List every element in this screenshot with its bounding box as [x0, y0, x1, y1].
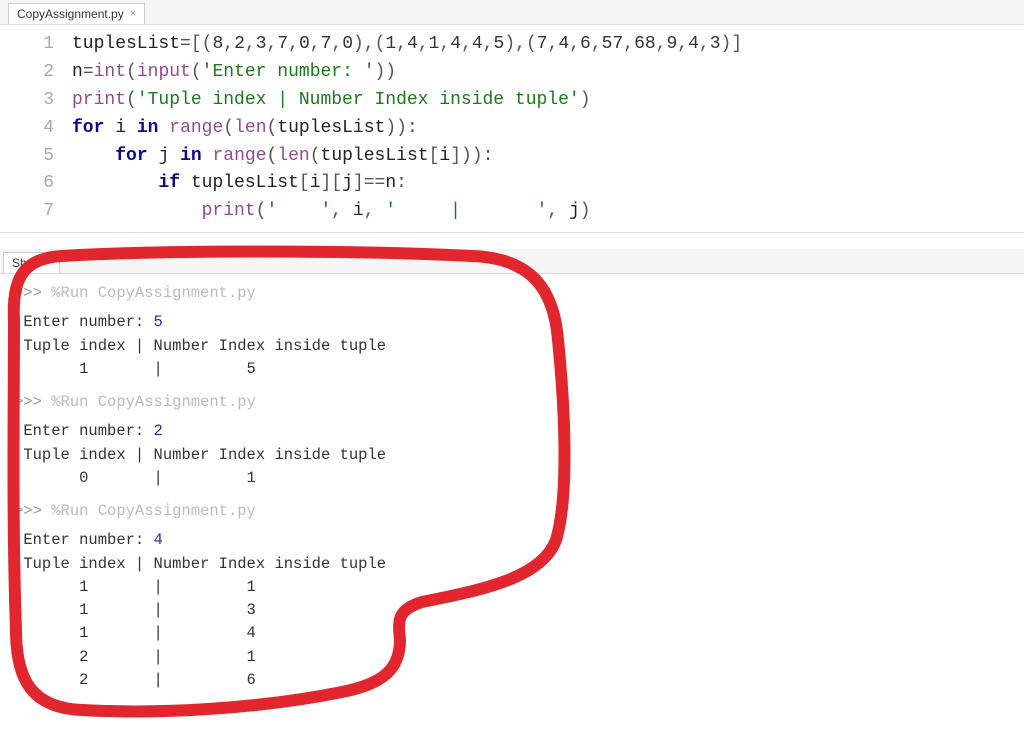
editor-tab-bar: CopyAssignment.py × — [0, 0, 1024, 25]
shell-output-line: 1 | 3 — [14, 599, 1010, 622]
line-number: 6 — [0, 170, 72, 198]
shell-output-line: Enter number: 2 — [14, 420, 1010, 443]
code-line: 7 print(' ', i, ' | ', j) — [0, 198, 1024, 226]
shell-prompt-line: >>> %Run CopyAssignment.py — [14, 391, 1010, 414]
shell-output-line: 2 | 6 — [14, 669, 1010, 692]
shell-prompt-line: >>> %Run CopyAssignment.py — [14, 500, 1010, 523]
line-number: 3 — [0, 87, 72, 115]
code-content: if tuplesList[i][j]==n: — [72, 170, 407, 198]
editor-tab[interactable]: CopyAssignment.py × — [8, 3, 145, 24]
shell-prompt-line: >>> %Run CopyAssignment.py — [14, 282, 1010, 305]
shell-output-line: 2 | 1 — [14, 646, 1010, 669]
line-number: 2 — [0, 59, 72, 87]
shell-tab[interactable]: Shell × — [3, 252, 60, 273]
shell-output-line: 0 | 1 — [14, 467, 1010, 490]
shell-command: %Run CopyAssignment.py — [51, 393, 256, 411]
shell-prompt: >>> — [14, 284, 51, 302]
editor-tab-label: CopyAssignment.py — [17, 7, 124, 21]
close-icon[interactable]: × — [45, 257, 51, 269]
shell-output-line: Tuple index | Number Index inside tuple — [14, 444, 1010, 467]
code-content: for j in range(len(tuplesList[i])): — [72, 143, 493, 171]
shell-tab-label: Shell — [12, 256, 39, 270]
shell-prompt: >>> — [14, 393, 51, 411]
code-line: 6 if tuplesList[i][j]==n: — [0, 170, 1024, 198]
shell-output-line: Enter number: 4 — [14, 529, 1010, 552]
code-content: for i in range(len(tuplesList)): — [72, 115, 418, 143]
line-number: 7 — [0, 198, 72, 226]
shell-output[interactable]: >>> %Run CopyAssignment.py Enter number:… — [0, 274, 1024, 710]
code-line: 3print('Tuple index | Number Index insid… — [0, 87, 1024, 115]
shell-output-line: 1 | 5 — [14, 358, 1010, 381]
code-line: 2n=int(input('Enter number: ')) — [0, 59, 1024, 87]
shell-prompt: >>> — [14, 502, 51, 520]
code-content: print('Tuple index | Number Index inside… — [72, 87, 591, 115]
code-editor[interactable]: 1tuplesList=[(8,2,3,7,0,7,0),(1,4,1,4,4,… — [0, 25, 1024, 233]
code-content: tuplesList=[(8,2,3,7,0,7,0),(1,4,1,4,4,5… — [72, 31, 742, 59]
code-line: 1tuplesList=[(8,2,3,7,0,7,0),(1,4,1,4,4,… — [0, 31, 1024, 59]
shell-command: %Run CopyAssignment.py — [51, 502, 256, 520]
shell-output-line: Tuple index | Number Index inside tuple — [14, 553, 1010, 576]
shell-output-line: Tuple index | Number Index inside tuple — [14, 335, 1010, 358]
shell-output-line: 1 | 4 — [14, 622, 1010, 645]
close-icon[interactable]: × — [130, 8, 136, 20]
code-line: 5 for j in range(len(tuplesList[i])): — [0, 143, 1024, 171]
code-content: print(' ', i, ' | ', j) — [72, 198, 591, 226]
line-number: 4 — [0, 115, 72, 143]
shell-output-line: 1 | 1 — [14, 576, 1010, 599]
line-number: 5 — [0, 143, 72, 171]
code-content: n=int(input('Enter number: ')) — [72, 59, 396, 87]
line-number: 1 — [0, 31, 72, 59]
code-line: 4for i in range(len(tuplesList)): — [0, 115, 1024, 143]
shell-output-line: Enter number: 5 — [14, 311, 1010, 334]
shell-command: %Run CopyAssignment.py — [51, 284, 256, 302]
shell-tab-bar: Shell × — [0, 249, 1024, 274]
